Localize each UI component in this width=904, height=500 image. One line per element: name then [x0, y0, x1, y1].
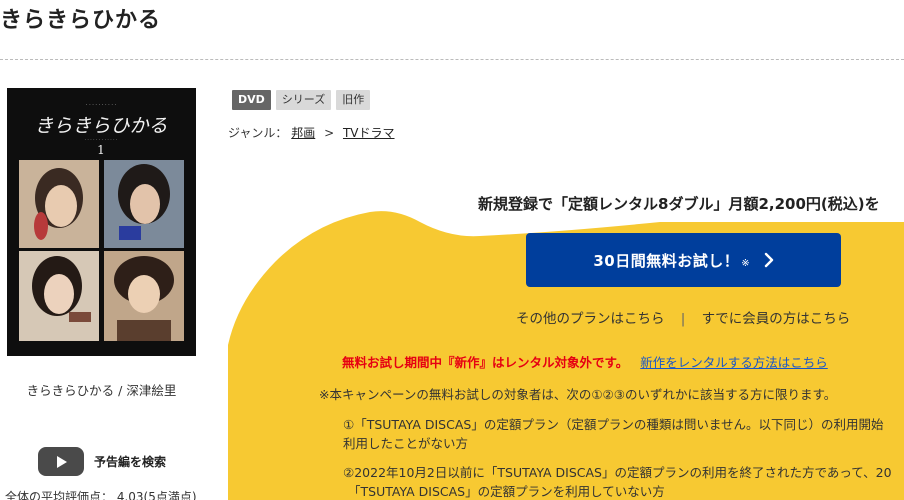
svg-text:· · · · · · · · · ·: · · · · · · · · · · [86, 102, 117, 108]
genre-breadcrumb: ジャンル： 邦画 > TVドラマ [228, 124, 395, 141]
trailer-label: 予告編を検索 [94, 455, 167, 469]
free-trial-button[interactable]: 30日間無料お試し！ ※ [526, 233, 841, 287]
tag-old-release: 旧作 [336, 90, 371, 110]
cover-artwork: · · · · · · · · · · きらきらひかる · · · · · · … [7, 88, 196, 356]
genre-prefix: ジャンル： [228, 126, 288, 140]
genre-link-houga[interactable]: 邦画 [291, 126, 315, 140]
cover-caption: きらきらひかる / 深津絵里 [26, 383, 177, 398]
free-trial-label: 30日間無料お試し！ [593, 251, 740, 270]
campaign-note-2-line-2: 「TSUTAYA DISCAS」の定額プランを利用していない方 [348, 484, 665, 499]
tag-series: シリーズ [275, 90, 332, 110]
new-release-notice: 無料お試し期間中『新作』はレンタル対象外です。 新作をレンタルする方法はこちら [342, 352, 828, 371]
average-rating: 全体の平均評価点： 4.03(5点満点) [5, 490, 197, 500]
new-release-rental-link[interactable]: 新作をレンタルする方法はこちら [640, 355, 828, 370]
cover-volume: 1 [97, 143, 105, 157]
free-trial-note-mark: ※ [741, 257, 750, 269]
tag-dvd: DVD [232, 90, 271, 110]
other-plans-link[interactable]: その他のプランはこちら [516, 311, 665, 327]
dvd-cover-image[interactable]: · · · · · · · · · · きらきらひかる · · · · · · … [7, 88, 196, 356]
campaign-note-1-line-1: ①「TSUTAYA DISCAS」の定額プラン（定額プランの種類は問いません。以… [343, 417, 884, 432]
member-login-link[interactable]: すでに会員の方はこちら [702, 311, 851, 327]
campaign-note-2-line-1: ②2022年10月2日以前に「TSUTAYA DISCAS」の定額プランの利用を… [343, 465, 892, 480]
promo-headline: 新規登録で「定額レンタル8ダブル」月額2,200円(税込)を [478, 195, 880, 213]
campaign-note-intro: ※本キャンペーンの無料お試しの対象者は、次の①②③のいずれかに該当する方に限りま… [319, 387, 837, 402]
chevron-right-icon [764, 252, 774, 268]
plan-link-separator: | [680, 311, 686, 327]
notice-warning: 無料お試し期間中『新作』はレンタル対象外です。 [342, 355, 629, 370]
play-icon [38, 447, 84, 476]
plan-links: その他のプランはこちら | すでに会員の方はこちら [516, 307, 850, 327]
title-divider [0, 59, 904, 60]
genre-link-tv-drama[interactable]: TVドラマ [343, 126, 395, 140]
trailer-search-button[interactable]: 予告編を検索 [38, 447, 166, 476]
page-title: きらきらひかる [0, 8, 162, 33]
genre-separator: > [324, 126, 335, 140]
tag-list: DVD シリーズ 旧作 [232, 90, 371, 110]
campaign-note-1-line-2: 利用したことがない方 [343, 436, 469, 451]
cover-title-art: きらきらひかる [34, 115, 167, 137]
